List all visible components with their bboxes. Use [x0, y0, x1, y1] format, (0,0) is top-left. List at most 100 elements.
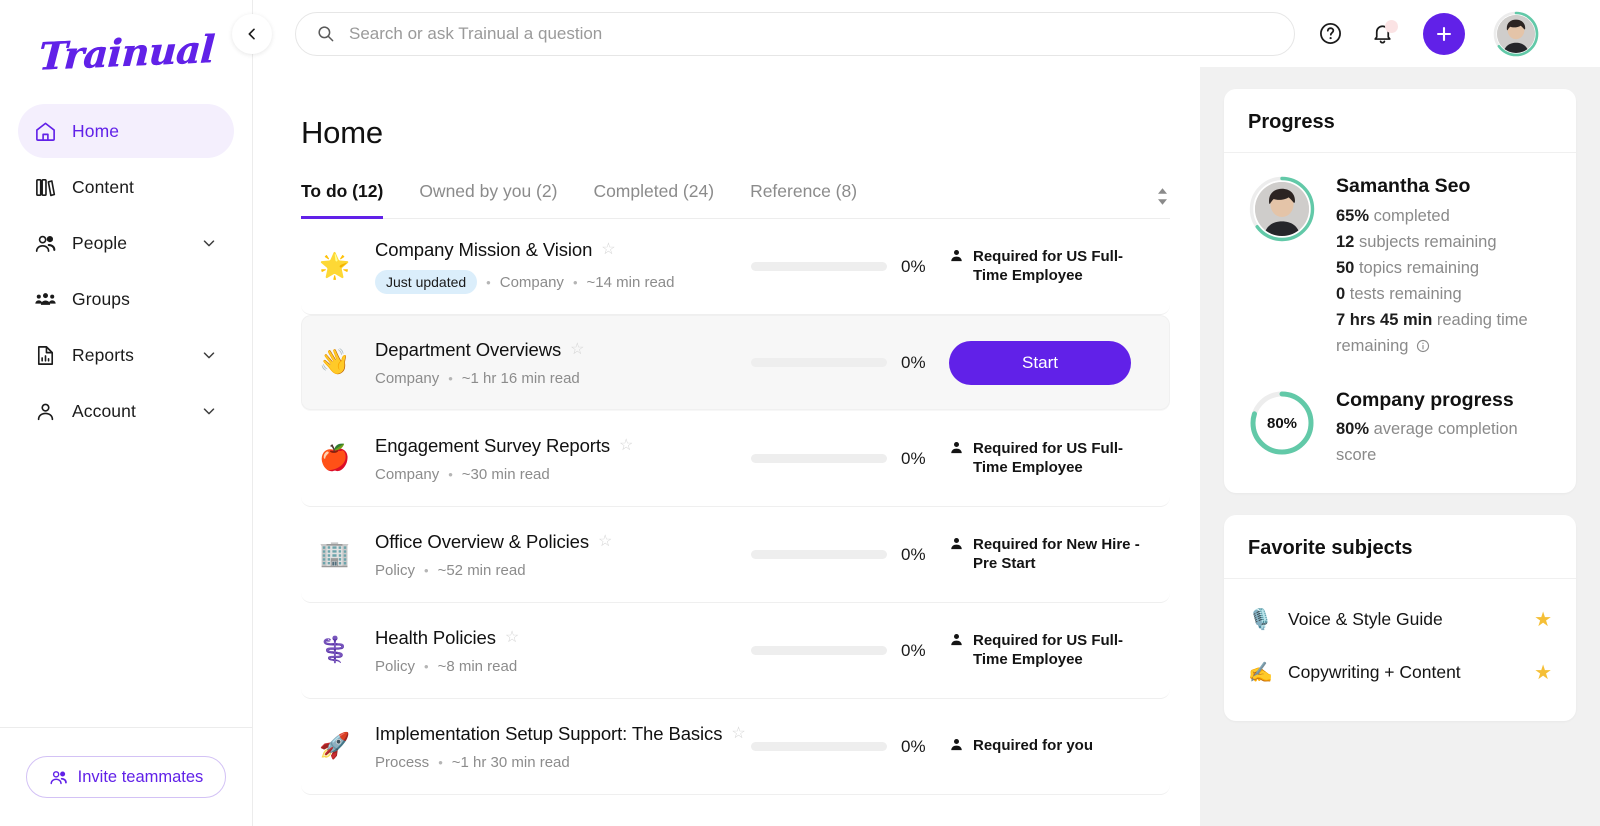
progress-stats: Samantha Seo 65% completed 12 subjects r… [1336, 175, 1552, 359]
stat-label: subjects remaining [1358, 233, 1497, 252]
separator-dot: • [438, 754, 443, 770]
info-circle-icon[interactable] [1416, 339, 1430, 353]
page-title: Home [301, 115, 383, 150]
favorite-star-icon[interactable]: ☆ [598, 533, 612, 550]
right-panel: Progress Samantha Seo 65% completed 12 s… [1200, 67, 1600, 826]
sidebar-item-account[interactable]: Account [18, 384, 234, 438]
favorite-star-icon[interactable]: ☆ [570, 341, 584, 358]
sidebar-item-home[interactable]: Home [18, 104, 234, 158]
tab-owned-by-you[interactable]: Owned by you (2) [419, 181, 557, 219]
sidebar-item-groups[interactable]: Groups [18, 272, 234, 326]
sidebar-item-label: Content [72, 176, 134, 197]
stat-value: 0 [1336, 285, 1346, 304]
list-item[interactable]: 🚀 Implementation Setup Support: The Basi… [301, 699, 1170, 795]
required-text: Required for US Full-Time Employee [973, 631, 1123, 668]
item-progress: 0% [751, 737, 941, 757]
user-avatar-button[interactable] [1493, 11, 1539, 57]
groups-icon [34, 288, 64, 311]
tab-list: To do (12) Owned by you (2) Completed (2… [301, 181, 1155, 219]
item-category: Company [499, 273, 564, 291]
item-read-time: ~30 min read [461, 465, 550, 483]
chevron-down-icon[interactable] [200, 346, 218, 364]
sort-button[interactable] [1155, 187, 1170, 218]
company-progress-donut: 80% [1248, 389, 1316, 457]
item-emoji-icon: 🌟 [319, 252, 351, 280]
start-button[interactable]: Start [949, 340, 1131, 385]
favorite-item[interactable]: 🎙️ Voice & Style Guide ★ [1248, 593, 1552, 646]
favorites-card-body: 🎙️ Voice & Style Guide ★ ✍️ Copywriting … [1224, 579, 1576, 721]
favorite-star-icon[interactable]: ☆ [731, 725, 745, 742]
favorite-star-icon[interactable]: ☆ [619, 437, 633, 454]
tab-todo[interactable]: To do (12) [301, 181, 384, 219]
item-read-time: ~14 min read [586, 273, 675, 291]
sidebar-collapse-button[interactable] [232, 14, 272, 54]
favorite-item[interactable]: ✍️ Copywriting + Content ★ [1248, 646, 1552, 699]
add-people-icon [49, 768, 68, 787]
item-title[interactable]: Implementation Setup Support: The Basics [375, 723, 722, 745]
avatar [1497, 14, 1535, 53]
avatar [1255, 182, 1309, 236]
progress-bar [751, 262, 887, 271]
favorite-star-icon[interactable]: ☆ [601, 242, 615, 258]
stat-label: topics remaining [1358, 259, 1480, 278]
search-bar[interactable] [295, 11, 1295, 56]
sidebar-item-reports[interactable]: Reports [18, 328, 234, 382]
item-read-time: ~8 min read [437, 657, 518, 675]
item-title[interactable]: Department Overviews [375, 339, 561, 361]
progress-card-header: Progress [1224, 89, 1576, 153]
required-text: Required for US Full-Time Employee [973, 439, 1123, 476]
favorite-star-icon[interactable]: ☆ [505, 629, 519, 646]
books-icon [34, 176, 64, 199]
required-text: Required for you [973, 737, 1094, 755]
sidebar-item-label: Reports [72, 344, 134, 365]
progress-percent: 0% [901, 352, 926, 372]
tab-reference[interactable]: Reference (8) [750, 181, 857, 219]
item-emoji-icon: 🚀 [319, 732, 351, 760]
separator-dot: • [486, 274, 491, 290]
invite-teammates-label: Invite teammates [77, 767, 204, 786]
progress-card-body: Samantha Seo 65% completed 12 subjects r… [1224, 153, 1576, 493]
invite-teammates-button[interactable]: Invite teammates [25, 756, 227, 798]
favorite-star-icon[interactable]: ★ [1534, 660, 1552, 685]
item-progress: 0% [751, 353, 941, 373]
item-title[interactable]: Office Overview & Policies [375, 531, 589, 553]
item-title[interactable]: Engagement Survey Reports [375, 435, 610, 457]
item-read-time: ~52 min read [437, 561, 526, 579]
tab-completed[interactable]: Completed (24) [593, 181, 714, 219]
favorite-item-label: Voice & Style Guide [1288, 608, 1443, 629]
search-input[interactable] [349, 23, 1274, 44]
item-category: Company [375, 369, 440, 387]
brand-logo[interactable]: Trainual [0, 0, 252, 104]
favorites-card-header: Favorite subjects [1224, 515, 1576, 579]
list-item[interactable]: ⚕️ Health Policies ☆ Policy • ~8 min rea… [301, 603, 1170, 699]
notifications-button[interactable] [1365, 17, 1399, 51]
top-bar [253, 0, 1600, 67]
item-emoji-icon: ⚕️ [319, 636, 351, 664]
help-button[interactable] [1313, 17, 1347, 51]
stat-subjects: 12 subjects remaining [1336, 229, 1552, 255]
sort-icon [1155, 187, 1170, 206]
favorite-star-icon[interactable]: ★ [1534, 607, 1552, 632]
required-label: Required for US Full-Time Employee [949, 440, 1156, 478]
item-title[interactable]: Company Mission & Vision [375, 239, 592, 261]
chevron-down-icon[interactable] [200, 234, 218, 252]
required-label: Required for you [949, 737, 1093, 756]
sidebar-item-people[interactable]: People [18, 216, 234, 270]
chevron-down-icon[interactable] [200, 402, 218, 420]
stat-value: 7 hrs 45 min [1336, 311, 1433, 330]
favorite-emoji-icon: 🎙️ [1248, 608, 1273, 631]
list-item[interactable]: 🏢 Office Overview & Policies ☆ Policy • … [301, 507, 1170, 603]
list-item[interactable]: 🍎 Engagement Survey Reports ☆ Company • … [301, 411, 1170, 507]
separator-dot: • [448, 370, 453, 386]
item-action-area: Start [941, 340, 1156, 385]
create-button[interactable] [1423, 12, 1465, 55]
content-list: 🌟 Company Mission & Vision ☆ Just update… [301, 219, 1170, 795]
stat-value: 12 [1336, 233, 1355, 252]
user-progress-ring [1248, 175, 1316, 243]
item-title[interactable]: Health Policies [375, 627, 496, 649]
item-read-time: ~1 hr 30 min read [451, 753, 570, 771]
company-progress-value: 80% [1266, 414, 1298, 432]
list-item[interactable]: 👋 Department Overviews ☆ Company • ~1 hr… [301, 315, 1170, 411]
sidebar-item-content[interactable]: Content [18, 160, 234, 214]
list-item[interactable]: 🌟 Company Mission & Vision ☆ Just update… [301, 219, 1170, 315]
